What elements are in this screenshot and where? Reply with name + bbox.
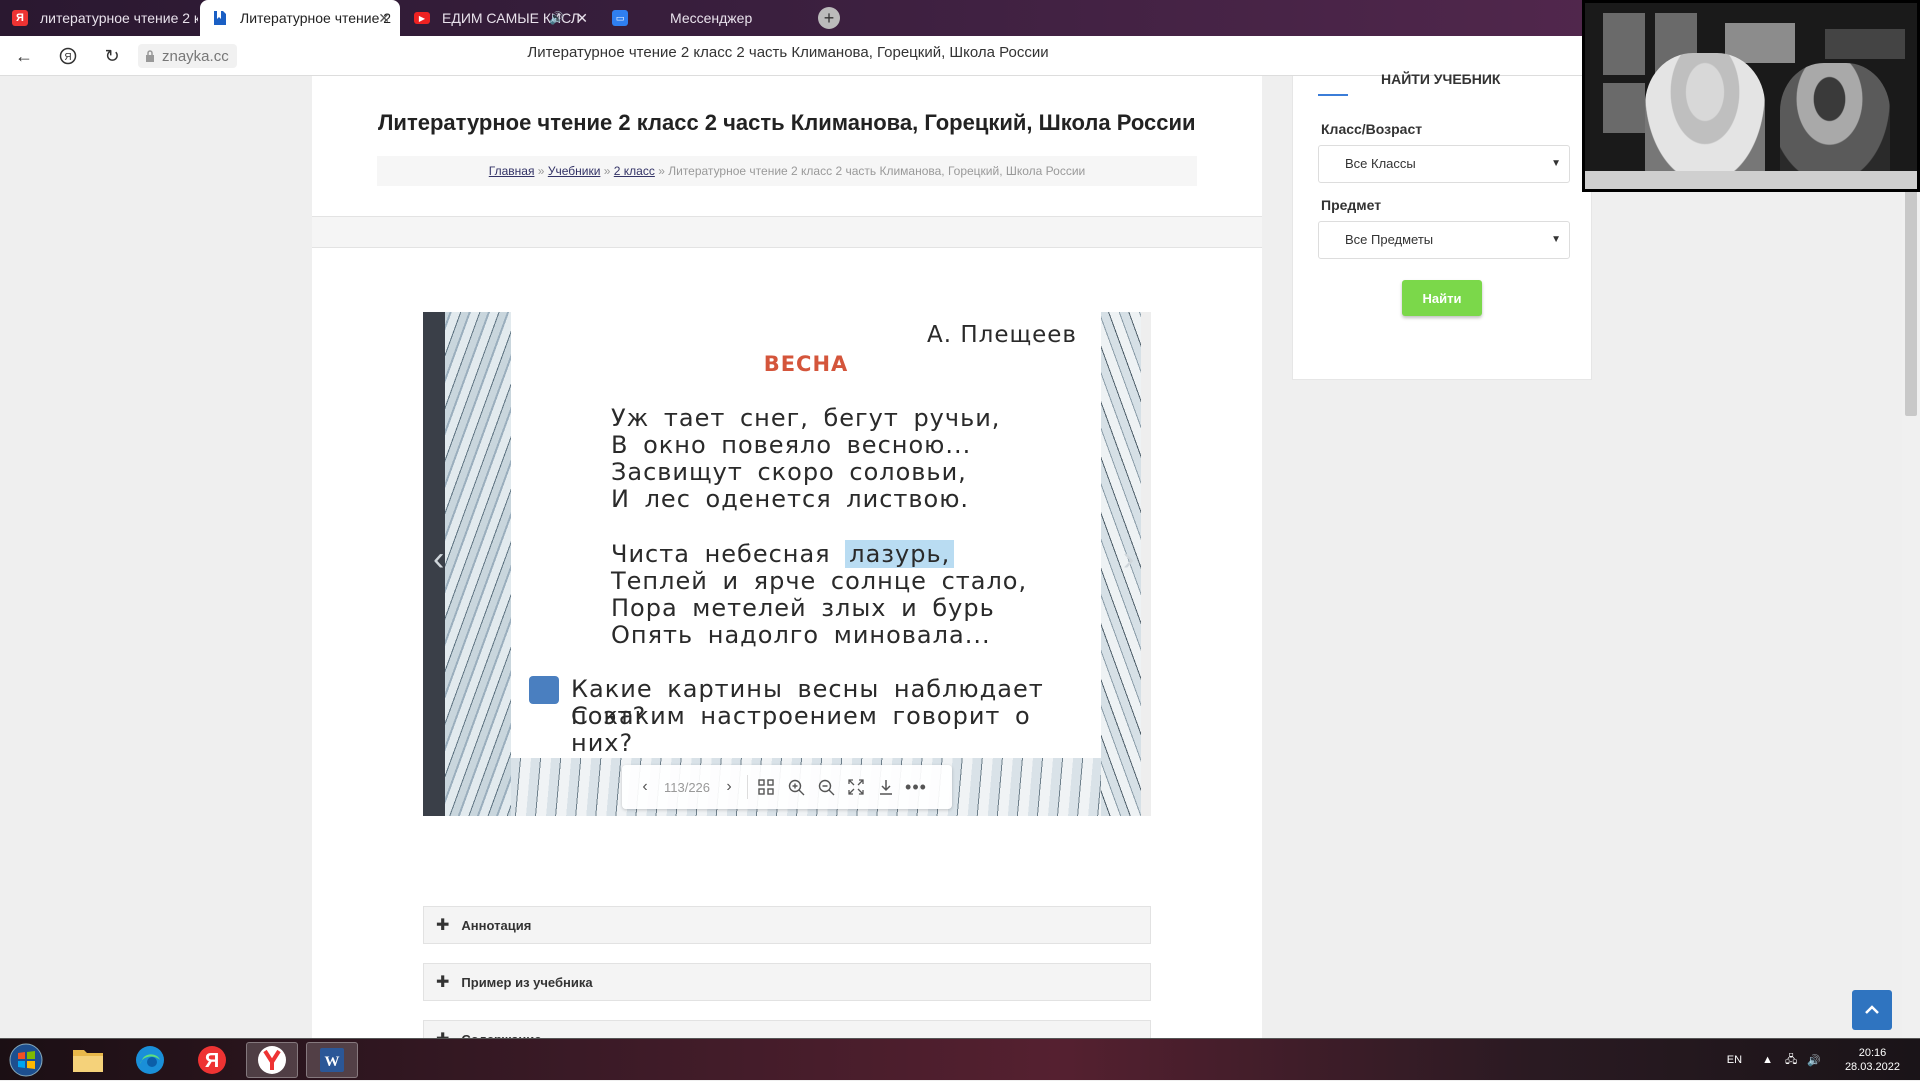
breadcrumb-textbooks[interactable]: Учебники [548, 164, 601, 178]
poem-line: Теплей и ярче солнце стало, [611, 567, 1028, 595]
zoom-in-icon[interactable] [781, 772, 811, 802]
clock[interactable]: 20:16 28.03.2022 [1845, 1046, 1900, 1074]
class-label: Класс/Возраст [1321, 121, 1423, 137]
poem-line: Засвищут скоро соловьи, [611, 458, 967, 486]
clock-date: 28.03.2022 [1844, 1061, 1900, 1073]
person-image [1780, 63, 1890, 183]
subject-label: Предмет [1321, 197, 1382, 213]
class-select[interactable]: Все Классы ▼ [1318, 145, 1570, 183]
poem-line: Опять надолго миновала... [611, 621, 991, 649]
plus-icon: ✚ [436, 974, 450, 991]
subject-select[interactable]: Все Предметы ▼ [1318, 221, 1570, 259]
tab-title: литературное чтение 2 кл [40, 10, 198, 26]
show-hidden-icons-icon[interactable]: ▲ [1762, 1054, 1773, 1066]
language-indicator[interactable]: EN [1727, 1054, 1742, 1066]
tab-youtube[interactable]: ▶ ЕДИМ САМЫЕ КИСЛ 🔊 ✕ [402, 0, 598, 36]
speaker-icon[interactable]: 🔊 [549, 11, 564, 25]
breadcrumb-current: Литературное чтение 2 класс 2 часть Клим… [668, 164, 1086, 178]
scroll-to-top-button[interactable] [1852, 990, 1892, 1030]
book-page-viewer[interactable]: А. Плещеев ВЕСНА Уж тает снег, бегут руч… [423, 312, 1151, 816]
new-tab-button[interactable]: + [818, 7, 840, 29]
sidebar-heading: НАЙТИ УЧЕБНИК [1381, 71, 1501, 87]
webcam-overlay [1582, 0, 1920, 192]
chevron-down-icon: ▼ [1551, 234, 1561, 245]
zoom-out-icon[interactable] [811, 772, 841, 802]
viewer-toolbar: ‹ 113/226 › ••• [622, 765, 952, 809]
os-taskbar: Я W EN ▲ 🖧 🔊 20:16 28.03.2022 [0, 1038, 1920, 1080]
breadcrumb-grade[interactable]: 2 класс [614, 164, 655, 178]
page-number: 113/226 [663, 779, 711, 795]
accordion-example[interactable]: ✚ Пример из учебника [423, 963, 1151, 1001]
find-button[interactable]: Найти [1402, 280, 1482, 316]
poem-line: И лес оденется листвою. [611, 485, 970, 513]
close-tab-icon[interactable]: ✕ [378, 10, 390, 27]
download-icon[interactable] [871, 772, 901, 802]
chevron-down-icon: ▼ [1551, 158, 1561, 169]
clock-time: 20:16 [1858, 1047, 1887, 1059]
fullscreen-icon[interactable] [841, 772, 871, 802]
breadcrumb-separator: » [603, 164, 611, 178]
yandex-icon: Я [12, 10, 28, 26]
breadcrumb-separator: » [658, 164, 665, 178]
tab-title: Литературное чтение 2 [240, 10, 392, 26]
grid-view-icon[interactable] [751, 772, 781, 802]
poem-title: ВЕСНА [763, 352, 849, 376]
network-icon[interactable]: 🖧 [1785, 1051, 1797, 1070]
close-tab-icon[interactable]: ✕ [576, 10, 588, 27]
prev-page-icon[interactable]: ‹ [630, 772, 660, 802]
page-title-display: Литературное чтение 2 класс 2 часть Клим… [527, 44, 1049, 61]
sidebar-heading-underline [1318, 94, 1348, 96]
poem-author: А. Плещеев [926, 322, 1077, 348]
yandex-browser-icon[interactable] [246, 1042, 298, 1078]
poem-line: В окно повеяло весною... [611, 431, 972, 459]
breadcrumb-separator: » [537, 164, 545, 178]
word-icon[interactable]: W [306, 1042, 358, 1078]
system-tray: EN ▲ 🖧 🔊 20:16 28.03.2022 [1727, 1039, 1900, 1081]
volume-icon[interactable]: 🔊 [1807, 1054, 1821, 1067]
accordion-label: Аннотация [461, 917, 532, 933]
tab-messenger[interactable]: ▭ Мессенджер [600, 0, 800, 36]
edge-browser-icon[interactable] [124, 1042, 176, 1078]
accordion-label: Пример из учебника [461, 974, 593, 990]
class-select-value: Все Классы [1345, 156, 1416, 171]
accordion-annotation[interactable]: ✚ Аннотация [423, 906, 1151, 944]
breadcrumb-home[interactable]: Главная [489, 164, 535, 178]
breadcrumb: Главная » Учебники » 2 класс » Литератур… [377, 156, 1197, 186]
highlighted-word[interactable]: лазурь, [845, 540, 955, 568]
next-page-arrow-icon[interactable]: › [1123, 540, 1134, 579]
subject-select-value: Все Предметы [1345, 232, 1434, 247]
file-explorer-icon[interactable] [62, 1042, 114, 1078]
plus-icon: ✚ [436, 917, 450, 934]
person-image [1645, 53, 1765, 183]
question-line: С каким настроением говорит о них? [571, 702, 1031, 757]
youtube-icon: ▶ [414, 12, 430, 24]
svg-text:Я: Я [205, 1050, 219, 1072]
question-icon [529, 676, 559, 704]
start-button[interactable] [0, 1042, 52, 1078]
page-heading: Литературное чтение 2 класс 2 часть Клим… [378, 110, 1196, 135]
tab-textbook[interactable]: Литературное чтение 2 ✕ [200, 0, 400, 36]
prev-page-arrow-icon[interactable]: ‹ [433, 540, 444, 579]
next-page-icon[interactable]: › [714, 772, 744, 802]
tab-title: Мессенджер [670, 10, 753, 26]
poem-line: Пора метелей злых и бурь [611, 594, 995, 622]
more-icon[interactable]: ••• [901, 772, 931, 802]
svg-text:W: W [325, 1054, 340, 1070]
book-page-text-area: А. Плещеев ВЕСНА Уж тает снег, бегут руч… [511, 312, 1101, 758]
book-icon [212, 10, 228, 26]
tab-yandex-search[interactable]: Я литературное чтение 2 кл [0, 0, 198, 36]
page-scrollbar[interactable] [1902, 76, 1920, 1038]
yandex-app-icon[interactable]: Я [186, 1042, 238, 1078]
poem-line: Чиста небесная лазурь, [611, 540, 955, 568]
poem-line: Уж тает снег, бегут ручьи, [611, 404, 1001, 432]
divider-band [312, 216, 1262, 248]
poem-line-start: Чиста небесная [611, 540, 846, 568]
messenger-icon: ▭ [612, 10, 628, 26]
